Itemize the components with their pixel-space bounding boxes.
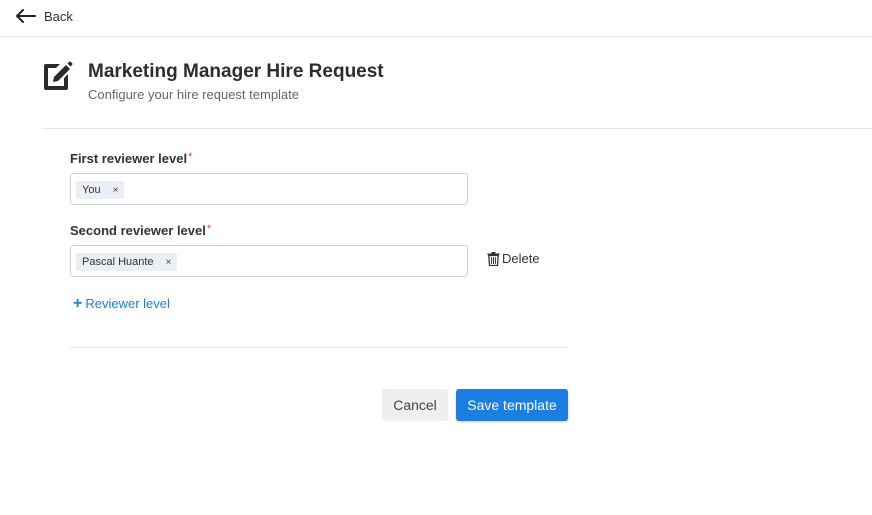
second-reviewer-level-select[interactable]: Pascal Huante × [70, 245, 468, 277]
cancel-button[interactable]: Cancel [382, 389, 448, 421]
chip-label: You [82, 184, 101, 196]
required-marker: * [206, 223, 212, 235]
first-reviewer-level-label: First reviewer level* [70, 151, 192, 166]
required-marker: * [188, 151, 193, 163]
arrow-left-icon [16, 9, 36, 23]
back-link[interactable]: Back [16, 6, 73, 26]
page-subtitle: Configure your hire request template [88, 87, 300, 102]
reviewer-chip: You × [76, 181, 125, 199]
edit-document-icon [44, 61, 73, 90]
delete-level-button[interactable]: Delete [487, 251, 540, 266]
plus-icon: + [73, 294, 83, 312]
save-template-button[interactable]: Save template [456, 389, 568, 421]
add-reviewer-level-label: Reviewer level [85, 296, 170, 311]
chip-remove-icon[interactable]: × [113, 185, 119, 196]
first-reviewer-level-select[interactable]: You × [70, 173, 468, 205]
reviewer-chip: Pascal Huante × [76, 253, 178, 271]
chip-label: Pascal Huante [82, 256, 154, 268]
delete-label: Delete [502, 251, 540, 266]
form-divider [70, 347, 568, 348]
first-reviewer-level-label-text: First reviewer level [70, 151, 188, 166]
second-reviewer-level-label-text: Second reviewer level [70, 223, 206, 238]
chip-remove-icon[interactable]: × [166, 257, 172, 268]
header-divider [42, 128, 872, 129]
top-bar: Back [0, 0, 872, 37]
page-title: Marketing Manager Hire Request [88, 61, 384, 82]
back-label: Back [44, 8, 73, 24]
second-reviewer-level-label: Second reviewer level* [70, 223, 211, 238]
trash-icon [487, 251, 500, 266]
add-reviewer-level-button[interactable]: + Reviewer level [73, 294, 170, 312]
